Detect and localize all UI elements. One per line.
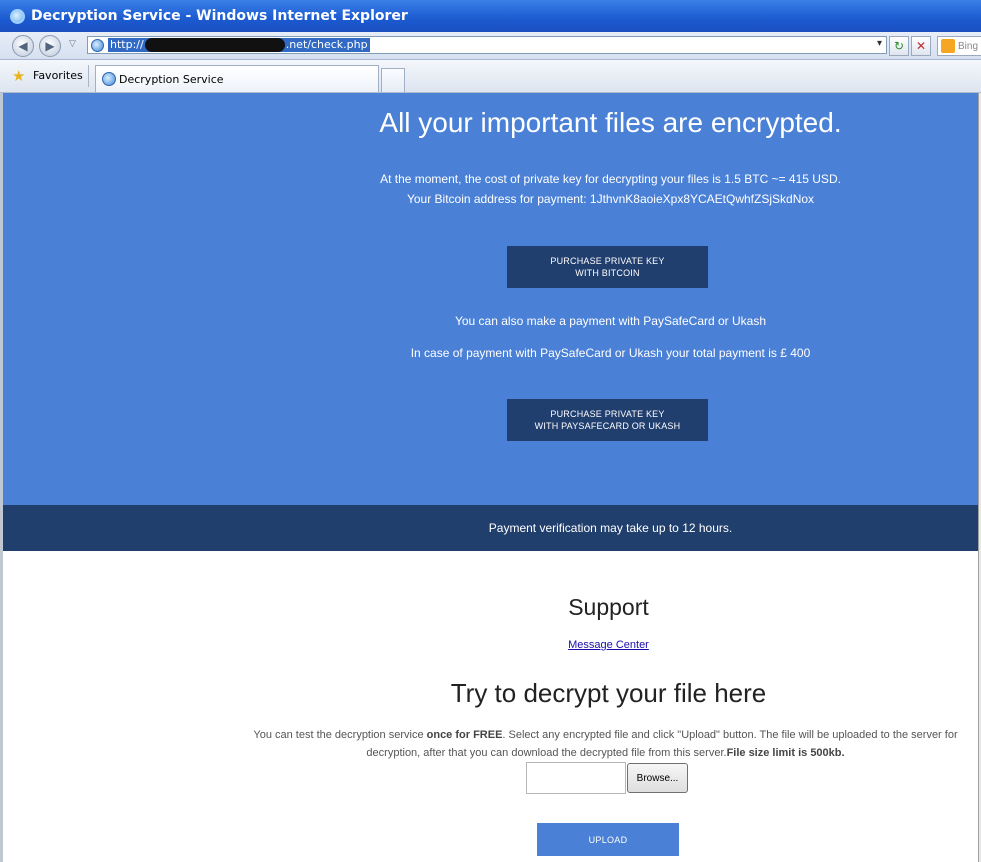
favorites-star-icon[interactable]: ★ bbox=[12, 67, 25, 85]
favorites-button[interactable]: Favorites bbox=[33, 69, 83, 82]
search-input[interactable]: Bing bbox=[937, 36, 981, 56]
decrypt-test-description: You can test the decryption service once… bbox=[230, 726, 981, 762]
refresh-button[interactable]: ↻ bbox=[889, 36, 909, 56]
message-center-link[interactable]: Message Center bbox=[0, 639, 981, 651]
button-line: PURCHASE PRIVATE KEY bbox=[550, 256, 665, 266]
button-line: PURCHASE PRIVATE KEY bbox=[550, 409, 665, 419]
search-placeholder: Bing bbox=[958, 40, 979, 52]
url-text[interactable]: http:// .net/check.php bbox=[108, 38, 370, 52]
favorites-bar: ★ Favorites Decryption Service bbox=[0, 60, 981, 93]
page-headline: All your important files are encrypted. bbox=[379, 107, 842, 138]
new-tab-button[interactable] bbox=[381, 68, 405, 92]
ransom-hero-section: All your important files are encrypted. … bbox=[3, 93, 978, 505]
cost-text: At the moment, the cost of private key f… bbox=[380, 172, 841, 186]
tab-label: Decryption Service bbox=[119, 72, 224, 86]
window-title: Decryption Service - Windows Internet Ex… bbox=[31, 8, 408, 24]
address-dropdown-icon[interactable]: ▾ bbox=[877, 38, 882, 49]
ie-logo-icon bbox=[10, 8, 25, 24]
purchase-paysafecard-button[interactable]: PURCHASE PRIVATE KEY WITH PAYSAFECARD OR… bbox=[507, 399, 708, 441]
bing-icon bbox=[941, 39, 955, 53]
back-button[interactable]: ◀ bbox=[12, 35, 34, 57]
purchase-bitcoin-button[interactable]: PURCHASE PRIVATE KEY WITH BITCOIN bbox=[507, 246, 708, 288]
alt-total-text: In case of payment with PaySafeCard or U… bbox=[410, 346, 811, 360]
page-icon bbox=[91, 38, 104, 52]
browse-button[interactable]: Browse... bbox=[627, 763, 688, 793]
bitcoin-address-text: Your Bitcoin address for payment: 1Jthvn… bbox=[406, 192, 815, 206]
upload-button[interactable]: UPLOAD bbox=[537, 823, 679, 856]
url-redacted-domain bbox=[144, 38, 285, 52]
ie-page-icon bbox=[102, 72, 116, 86]
stop-button[interactable]: ✕ bbox=[911, 36, 931, 56]
window-titlebar: Decryption Service - Windows Internet Ex… bbox=[0, 0, 981, 32]
forward-button[interactable]: ▶ bbox=[39, 35, 61, 57]
desc-bold-free: once for FREE bbox=[426, 729, 503, 741]
desc-bold-limit: File size limit is 500kb. bbox=[726, 747, 845, 759]
url-prefix: http:// bbox=[110, 38, 144, 51]
history-dropdown-icon[interactable]: ▽ bbox=[69, 38, 76, 49]
button-line: WITH BITCOIN bbox=[575, 268, 640, 278]
verification-text: Payment verification may take up to 12 h… bbox=[488, 521, 733, 535]
alt-payment-text: You can also make a payment with PaySafe… bbox=[454, 314, 767, 328]
support-title: Support bbox=[568, 594, 649, 620]
decrypt-test-title: Try to decrypt your file here bbox=[450, 678, 767, 708]
navigation-toolbar: ◀ ▶ ▽ http:// .net/check.php ▾ ↻ ✕ Bing bbox=[0, 32, 981, 60]
address-bar[interactable]: http:// .net/check.php ▾ bbox=[87, 36, 887, 54]
button-line: WITH PAYSAFECARD OR UKASH bbox=[534, 421, 681, 431]
verification-band: Payment verification may take up to 12 h… bbox=[3, 505, 978, 551]
url-suffix: .net/check.php bbox=[285, 38, 368, 51]
tab-decryption-service[interactable]: Decryption Service bbox=[95, 65, 379, 92]
file-path-field[interactable] bbox=[526, 762, 626, 794]
divider bbox=[88, 65, 89, 87]
desc-text: You can test the decryption service bbox=[253, 729, 427, 741]
